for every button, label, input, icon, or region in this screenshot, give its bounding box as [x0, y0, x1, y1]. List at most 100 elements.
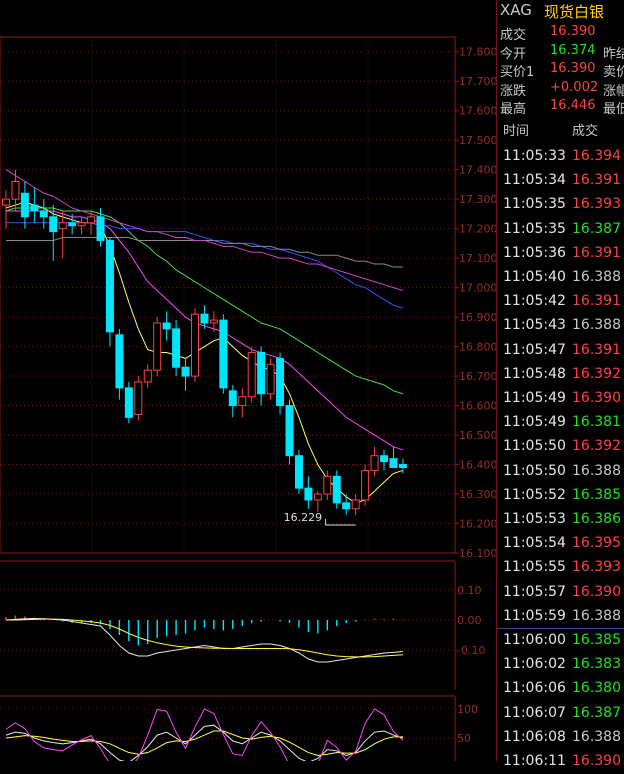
- tick-row: 11:05:49 16.390: [497, 387, 624, 411]
- min-annotation-label: 16.229: [284, 511, 323, 524]
- symbol-name: 现货白银: [544, 3, 605, 21]
- tick-row: 11:05:50 16.388: [497, 460, 624, 484]
- y-tick-label: 16.900: [459, 311, 496, 324]
- quote-row: 买价1 16.390 卖价: [497, 60, 624, 81]
- candle-body: [323, 475, 332, 495]
- candle-body: [219, 319, 228, 389]
- tick-time: 11:05:47: [503, 341, 566, 358]
- candle-body: [398, 464, 407, 468]
- y-tick-label: 17.400: [459, 164, 496, 177]
- tick-price: 16.392: [572, 438, 621, 455]
- tick-price: 16.381: [572, 414, 621, 431]
- candle-body: [257, 351, 266, 395]
- candle-body: [68, 222, 77, 227]
- candle-body: [11, 180, 20, 200]
- tick-list[interactable]: 时间 成交 11:05:33 16.394 11:05:34 16.391 11:05:…: [497, 116, 624, 769]
- tick-price: 16.395: [572, 535, 621, 552]
- candle-body: [266, 363, 275, 395]
- tick-price: 16.380: [572, 680, 621, 697]
- candle-body: [58, 222, 67, 230]
- tick-time: 11:06:02: [503, 656, 566, 673]
- tick-time: 11:05:59: [503, 607, 566, 624]
- y-tick-label: 17.800: [459, 46, 496, 59]
- y-tick-label: 17.000: [459, 282, 496, 295]
- quote-value: +0.002: [550, 79, 599, 95]
- candle-body: [351, 499, 360, 510]
- candle-body: [39, 210, 48, 218]
- tick-time: 11:05:53: [503, 511, 566, 527]
- tick-price: 16.385: [572, 632, 621, 648]
- quote-value: 16.374: [550, 42, 596, 58]
- candle-body: [380, 455, 388, 463]
- quote-label: 成交: [500, 28, 527, 43]
- tick-price: 16.394: [572, 148, 621, 164]
- tick-time: 11:05:48: [503, 365, 566, 382]
- ma-line: [5, 169, 404, 292]
- tick-time: 11:05:34: [503, 172, 566, 189]
- tick-time: 11:05:35: [503, 196, 566, 213]
- ticks-time-header: 时间: [503, 124, 530, 139]
- candle-body: [153, 322, 162, 371]
- candle-body: [2, 198, 10, 206]
- quote-label-secondary: 卖价: [603, 65, 624, 81]
- candle-body: [313, 493, 322, 501]
- tick-time: 11:05:40: [503, 269, 566, 285]
- candle-body: [370, 455, 379, 471]
- tick-price: 16.388: [572, 269, 621, 285]
- candle-body: [209, 319, 218, 324]
- tick-time: 11:05:42: [503, 293, 566, 310]
- ticks-price-header: 成交: [572, 124, 599, 139]
- candle-body: [96, 216, 105, 241]
- candle-body: [285, 405, 294, 457]
- y-tick-label: 16.800: [459, 341, 496, 354]
- candle-body: [389, 458, 398, 468]
- tick-price: 16.390: [572, 583, 621, 600]
- tick-row: 11:05:40 16.388: [497, 266, 624, 290]
- candle-body: [77, 222, 86, 227]
- tick-row: 11:06:00 16.385: [497, 629, 624, 653]
- candle-body: [332, 475, 341, 504]
- candle-body: [124, 387, 133, 418]
- tick-row: 11:05:57 16.390: [497, 581, 624, 605]
- quote-label-secondary: 昨结: [603, 46, 624, 62]
- tick-price: 16.390: [572, 753, 621, 769]
- main-panel-frame: [0, 36, 456, 554]
- tick-time: 11:05:33: [503, 148, 566, 164]
- tick-time: 11:06:06: [503, 680, 566, 697]
- candle-body: [49, 216, 58, 233]
- y-tick-label: 16.600: [459, 400, 496, 413]
- y-tick-label: 17.300: [459, 193, 496, 206]
- chart-area[interactable]: 17.800 17.700 17.600 17.500 17.400 17.300 17.2…: [0, 0, 496, 761]
- kdj-tick-label: 50: [457, 732, 471, 745]
- tick-price: 16.386: [572, 511, 621, 527]
- quote-value: 16.390: [550, 61, 596, 77]
- tick-row: 11:05:36 16.391: [497, 242, 624, 266]
- tick-row: 11:06:06 16.380: [497, 677, 624, 701]
- tick-row: 11:05:33 16.394: [497, 145, 624, 169]
- tick-time: 11:05:57: [503, 583, 566, 600]
- tick-row: 11:05:47 16.391: [497, 339, 624, 363]
- tick-time: 11:05:49: [503, 414, 566, 431]
- ma-line: [6, 210, 404, 451]
- quote-label: 买价1: [500, 65, 535, 81]
- tick-price: 16.391: [572, 293, 621, 310]
- y-tick-label: 16.300: [459, 488, 496, 501]
- quote-row: 涨跌 +0.002 涨幅: [497, 79, 624, 99]
- tick-row: 11:05:55 16.393: [497, 556, 624, 580]
- tick-row: 11:05:49 16.381: [497, 411, 624, 435]
- kdj-tick-label: 100: [457, 703, 478, 716]
- tick-price: 16.387: [572, 220, 621, 237]
- quote-row: 成交 16.390: [497, 23, 624, 43]
- ma-line: [5, 201, 404, 504]
- tick-row: 11:05:50 16.392: [497, 435, 624, 459]
- ma-line: [6, 237, 403, 268]
- candle-body: [143, 369, 152, 383]
- tick-row: 11:05:48 16.392: [497, 363, 624, 387]
- tick-row: 11:06:07 16.387: [497, 702, 624, 726]
- tick-price: 16.393: [572, 559, 621, 576]
- tick-time: 11:05:36: [503, 244, 566, 261]
- candle-body: [238, 396, 247, 407]
- tick-time: 11:05:43: [503, 317, 566, 334]
- tick-price: 16.388: [572, 607, 621, 624]
- tick-row: 11:05:53 16.386: [497, 508, 624, 532]
